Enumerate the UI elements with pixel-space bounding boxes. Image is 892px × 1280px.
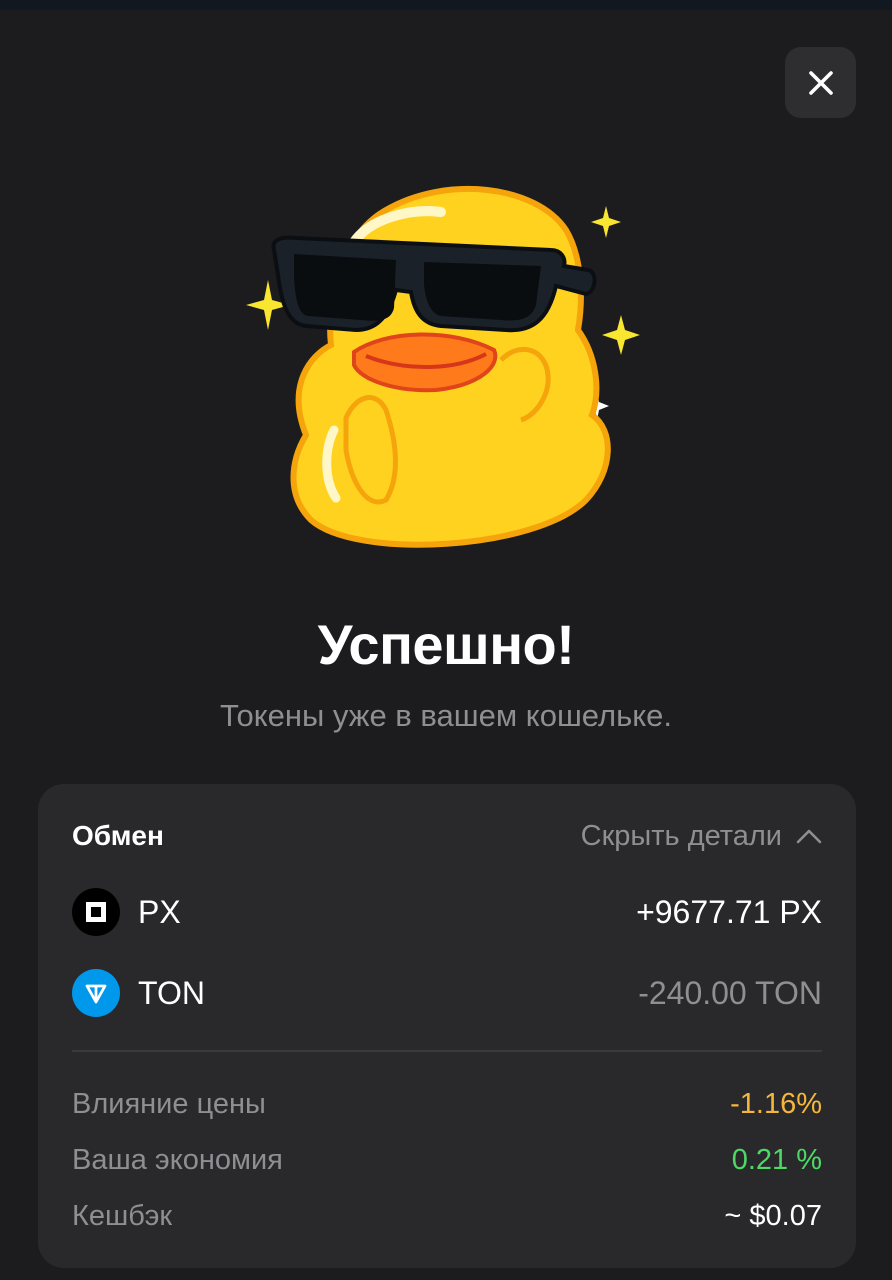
cashback-value: ~ $0.07 [724,1199,822,1232]
px-token-icon [72,888,120,936]
page-subtitle: Токены уже в вашем кошельке. [219,698,673,733]
hide-details-toggle[interactable]: Скрыть детали [581,820,822,853]
divider [72,1050,822,1052]
cashback-label: Кешбэк [72,1199,173,1232]
page-title: Успешно! [317,613,575,676]
swap-label: Обмен [72,820,164,851]
duck-sunglasses-sticker [246,185,640,548]
close-icon [808,70,833,95]
token-name: PX [138,893,181,930]
price-impact-row: Влияние цены -1.16% [72,1084,822,1124]
price-impact-value: -1.16% [730,1087,822,1120]
ton-token-icon [72,969,120,1017]
chevron-up-icon [796,829,822,844]
card-header: Обмен Скрыть детали [72,818,822,854]
close-button[interactable] [785,47,856,118]
token-amount: +9677.71 PX [636,893,822,930]
token-row-px: PX +9677.71 PX [72,888,822,936]
savings-row: Ваша экономия 0.21 % [72,1140,822,1180]
hide-details-label: Скрыть детали [580,819,782,852]
token-amount: -240.00 TON [638,974,822,1011]
price-impact-label: Влияние цены [72,1087,266,1120]
top-status-strip [0,0,892,10]
swap-details-card: Обмен Скрыть детали PX +9677.71 PX TON -… [38,784,856,1268]
savings-value: 0.21 % [731,1143,822,1176]
token-row-ton: TON -240.00 TON [72,969,822,1017]
savings-label: Ваша экономия [72,1143,283,1176]
cashback-row: Кешбэк ~ $0.07 [72,1196,822,1236]
token-name: TON [138,974,205,1011]
